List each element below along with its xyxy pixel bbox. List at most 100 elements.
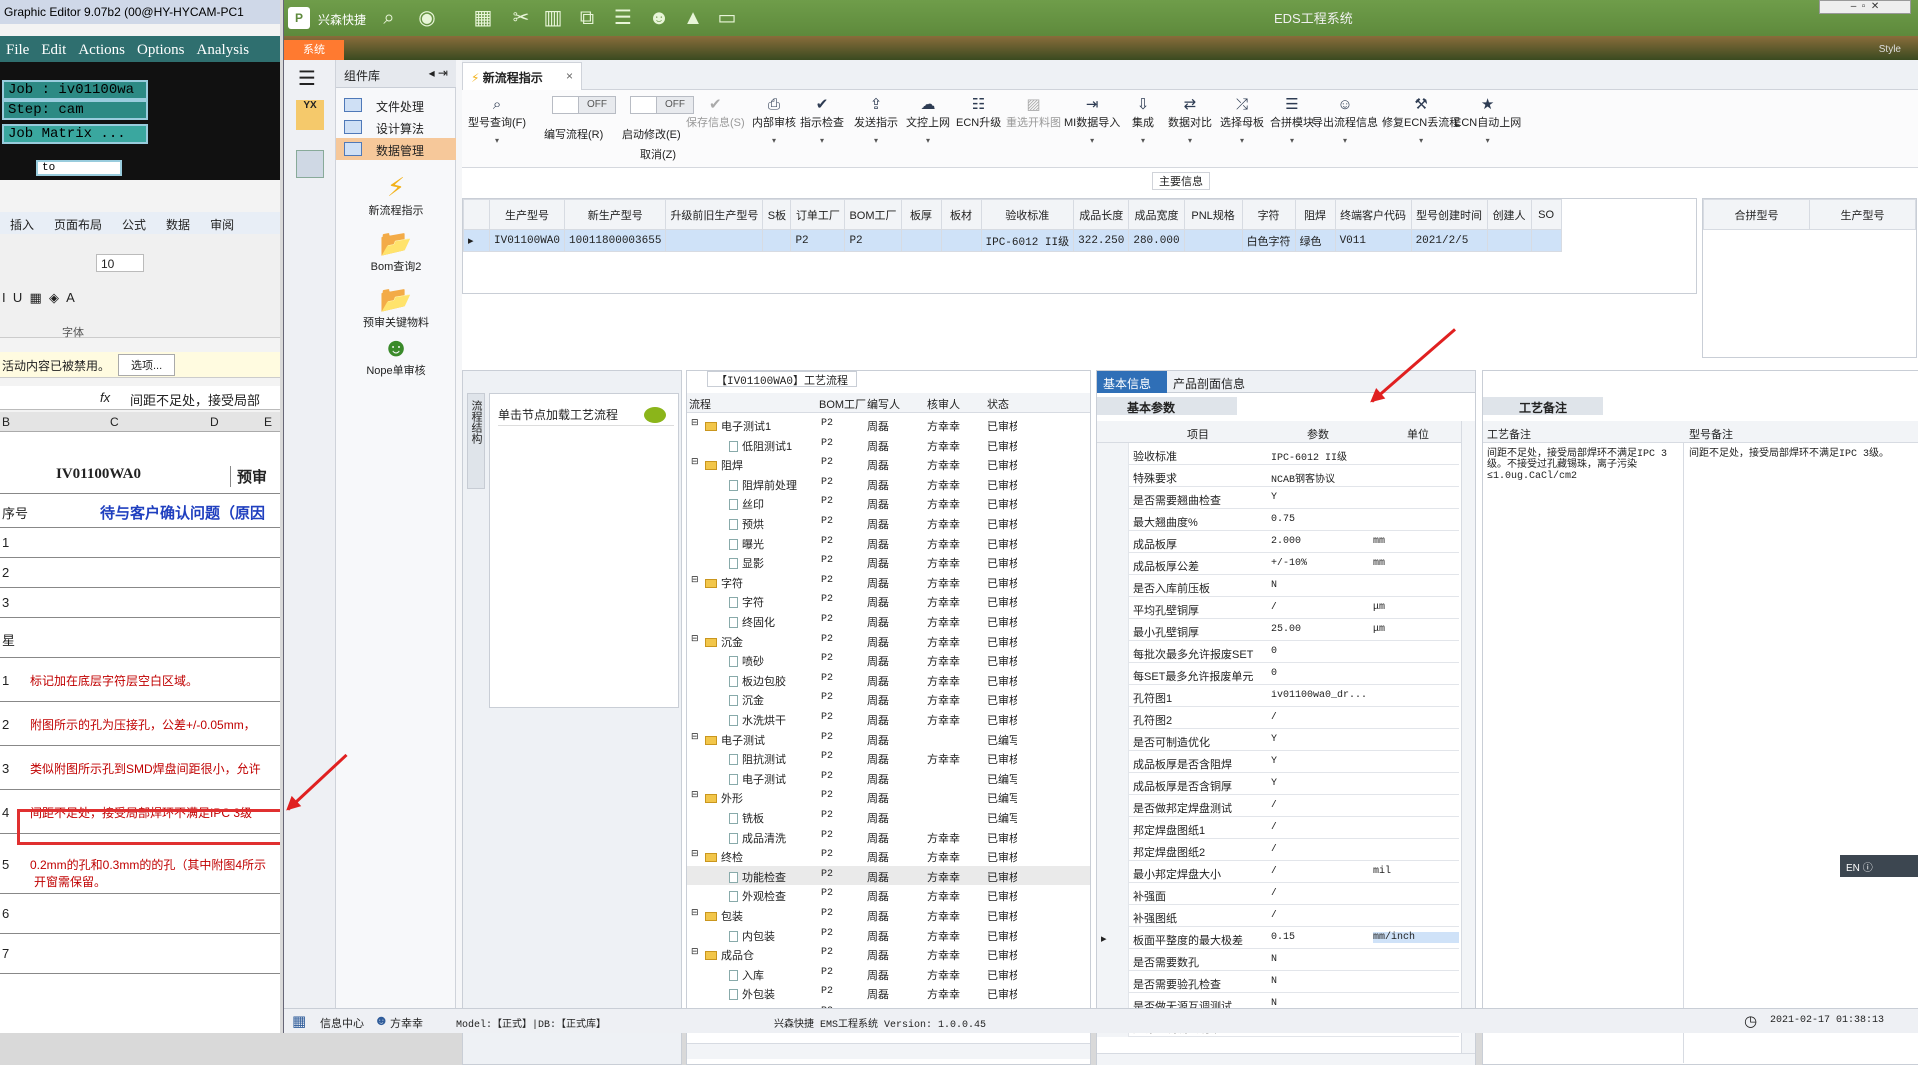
sheet-row[interactable]: 3 bbox=[0, 588, 280, 618]
menu-lines-icon[interactable]: ☰ bbox=[610, 6, 636, 30]
param-value[interactable]: 0.75 bbox=[1271, 514, 1369, 525]
main-col-6[interactable]: 板厚 bbox=[900, 199, 942, 230]
sheet-row[interactable]: 2 bbox=[0, 558, 280, 588]
param-value[interactable]: iv01100wa0_dr... bbox=[1271, 690, 1369, 701]
dropdown-arrow-icon[interactable]: ▾ bbox=[1270, 136, 1314, 145]
grid-icon[interactable]: ▦ bbox=[470, 6, 496, 30]
language-toolbar[interactable]: EN ⓘ bbox=[1840, 855, 1918, 877]
param-row[interactable]: 孔符图2 / bbox=[1097, 707, 1459, 729]
process-row[interactable]: 曝光 P2 周磊 方幸幸 已审核 bbox=[687, 533, 1090, 552]
param-row[interactable]: 成品板厚 2.000 mm bbox=[1097, 531, 1459, 553]
dropdown-arrow-icon[interactable]: ▾ bbox=[1382, 136, 1460, 145]
process-row[interactable]: 预烘 P2 周磊 方幸幸 已审核 bbox=[687, 513, 1090, 532]
param-row[interactable]: 最大翘曲度% 0.75 bbox=[1097, 509, 1459, 531]
col-process-note[interactable]: 工艺备注 bbox=[1487, 426, 1531, 442]
toolbar-button-16[interactable]: ☺ 导出流程信息 ▾ bbox=[1312, 96, 1378, 145]
main-col-16[interactable]: 创建人 bbox=[1486, 199, 1532, 230]
expand-toggle-icon[interactable]: ⊟ bbox=[691, 789, 699, 800]
process-note-text[interactable]: 间距不足处，接受局部焊环不满足IPC 3级。不接受过孔藏锡珠，离子污染≤1.0u… bbox=[1487, 449, 1683, 482]
dropdown-arrow-icon[interactable]: ▾ bbox=[854, 136, 898, 145]
menu-edit[interactable]: Edit bbox=[35, 36, 72, 65]
tab-basic-params[interactable]: 基本参数 bbox=[1097, 397, 1237, 415]
spreadsheet[interactable]: IV01100WA0 预审 序号 待与客户确认问题（原因 1 2 3 星 1 标记加在底层字符… bbox=[0, 432, 280, 1033]
param-row[interactable]: 是否需要验孔检查 N bbox=[1097, 971, 1459, 993]
dropdown-arrow-icon[interactable]: ▾ bbox=[1454, 136, 1521, 145]
expand-toggle-icon[interactable]: ⊟ bbox=[691, 731, 699, 742]
process-row[interactable]: 铣板 P2 周磊 已编写 bbox=[687, 807, 1090, 826]
toolbar-cancel[interactable]: 取消(Z) bbox=[640, 146, 676, 162]
process-row[interactable]: 板边包胶 P2 周磊 方幸幸 已审核 bbox=[687, 670, 1090, 689]
dropdown-arrow-icon[interactable]: ▾ bbox=[1132, 136, 1154, 145]
process-row[interactable]: 低阻测试1 P2 周磊 方幸幸 已审核 bbox=[687, 435, 1090, 454]
expand-toggle-icon[interactable]: ⊟ bbox=[691, 417, 699, 428]
toolbar-button-14[interactable]: ⤮ 选择母板 ▾ bbox=[1220, 96, 1264, 145]
menu-actions[interactable]: Actions bbox=[72, 36, 131, 65]
process-row[interactable]: ⊟ 外形 P2 周磊 已编写 bbox=[687, 787, 1090, 806]
tool-bom-query[interactable]: 📂 Bom查询2 bbox=[336, 228, 456, 274]
toolbar-button-18[interactable]: ★ ECN自动上网 ▾ bbox=[1454, 96, 1521, 145]
film-icon[interactable]: ▥ bbox=[540, 6, 566, 30]
toolbar-button-6[interactable]: ✔ 指示检查 ▾ bbox=[800, 96, 844, 145]
main-col-4[interactable]: 订单工厂 bbox=[790, 199, 846, 230]
tab-process-note[interactable]: 工艺备注 bbox=[1483, 397, 1603, 415]
dropdown-arrow-icon[interactable]: ▾ bbox=[1312, 136, 1378, 145]
comp-item-file[interactable]: 文件处理 bbox=[336, 94, 456, 116]
process-row[interactable]: ⊟ 阻焊 P2 周磊 方幸幸 已审核 bbox=[687, 454, 1090, 473]
main-col-3[interactable]: S板 bbox=[762, 199, 792, 230]
param-grid[interactable]: 验收标准 IPC-6012 II级 特殊要求 NCAB钢客协议 是否需要翘曲检查 Y 最大翘… bbox=[1097, 443, 1461, 1053]
dropdown-arrow-icon[interactable]: ▾ bbox=[906, 136, 950, 145]
expand-toggle-icon[interactable]: ⊟ bbox=[691, 848, 699, 859]
param-value[interactable]: 25.00 bbox=[1271, 624, 1369, 635]
param-value[interactable]: / bbox=[1271, 844, 1369, 855]
param-value[interactable]: +/-10% bbox=[1271, 558, 1369, 569]
main-col-12[interactable]: 字符 bbox=[1241, 199, 1296, 230]
param-value[interactable]: N bbox=[1271, 954, 1369, 965]
main-cell-1[interactable]: 10011800003655 bbox=[564, 229, 667, 252]
param-row[interactable]: ▸ 板面平整度的最大极差 0.15 mm/inch bbox=[1097, 927, 1459, 949]
help-icon[interactable]: ⓘ bbox=[1863, 863, 1873, 874]
toolbar-button-15[interactable]: ☰ 合拼模块 ▾ bbox=[1270, 96, 1314, 145]
process-structure-tab[interactable]: 流程结构 bbox=[467, 393, 485, 489]
process-row[interactable]: ⊟ 成品仓 P2 周磊 方幸幸 已审核 bbox=[687, 944, 1090, 963]
grid-icon[interactable]: ▦ bbox=[292, 1012, 306, 1030]
expand-toggle-icon[interactable]: ⊟ bbox=[691, 907, 699, 918]
toolbar-button-9[interactable]: ☷ ECN升级 bbox=[956, 96, 1001, 130]
col-bom[interactable]: BOM工厂 bbox=[819, 396, 866, 412]
menu-analysis[interactable]: Analysis bbox=[191, 36, 256, 65]
param-row[interactable]: 最小邦定焊盘大小 / mil bbox=[1097, 861, 1459, 883]
expand-toggle-icon[interactable]: ⊟ bbox=[691, 946, 699, 957]
main-cell-10[interactable]: 280.000 bbox=[1128, 229, 1185, 252]
param-row[interactable]: 成品板厚是否含阻焊 Y bbox=[1097, 751, 1459, 773]
col-prod-model[interactable]: 生产型号 bbox=[1809, 199, 1916, 230]
toolbar-button-17[interactable]: ⚒ 修复ECN丢流程 ▾ bbox=[1382, 96, 1460, 145]
main-col-13[interactable]: 阻焊 bbox=[1294, 199, 1336, 230]
sheet-row[interactable]: 7 bbox=[0, 934, 280, 974]
dropdown-arrow-icon[interactable]: ▾ bbox=[1220, 136, 1264, 145]
collapse-arrows-icon[interactable]: ◂ ⇥ bbox=[429, 66, 448, 80]
process-row[interactable]: ⊟ 字符 P2 周磊 方幸幸 已审核 bbox=[687, 572, 1090, 591]
main-cell-16[interactable] bbox=[1486, 229, 1532, 252]
monitor-icon[interactable]: ▭ bbox=[714, 6, 740, 30]
param-row[interactable]: 成品板厚公差 +/-10% mm bbox=[1097, 553, 1459, 575]
main-col-11[interactable]: PNL规格 bbox=[1183, 199, 1243, 230]
toolbar-button-11[interactable]: ⇥ MI数据导入 ▾ bbox=[1064, 96, 1120, 145]
main-cell-9[interactable]: 322.250 bbox=[1073, 229, 1130, 252]
param-row[interactable]: 每SET最多允许报废单元 0 bbox=[1097, 663, 1459, 685]
tab-profile-info[interactable]: 产品剖面信息 bbox=[1173, 375, 1245, 392]
col-unit[interactable]: 单位 bbox=[1407, 426, 1429, 442]
main-col-17[interactable]: SO bbox=[1530, 199, 1562, 230]
param-row[interactable]: 每批次最多允许报废SET 0 bbox=[1097, 641, 1459, 663]
param-value[interactable]: 0 bbox=[1271, 668, 1369, 679]
param-value[interactable]: Y bbox=[1271, 778, 1369, 789]
options-button[interactable]: 选项... bbox=[118, 354, 176, 376]
param-value[interactable]: / bbox=[1271, 800, 1369, 811]
job-matrix-button[interactable]: Job Matrix ... bbox=[2, 124, 148, 144]
menu-options[interactable]: Options bbox=[131, 36, 191, 65]
model-note-text[interactable]: 间距不足处，接受局部焊环不满足IPC 3级。 bbox=[1689, 449, 1909, 460]
process-row[interactable]: 外包装 P2 周磊 方幸幸 已审核 bbox=[687, 983, 1090, 1002]
param-value[interactable]: Y bbox=[1271, 756, 1369, 767]
search-icon[interactable]: ⌕ bbox=[376, 6, 402, 30]
dropdown-arrow-icon[interactable]: ▾ bbox=[468, 136, 526, 145]
main-cell-15[interactable]: 2021/2/5 bbox=[1410, 229, 1488, 252]
toolbar-button-5[interactable]: ⎙ 内部审核 ▾ bbox=[752, 96, 796, 145]
